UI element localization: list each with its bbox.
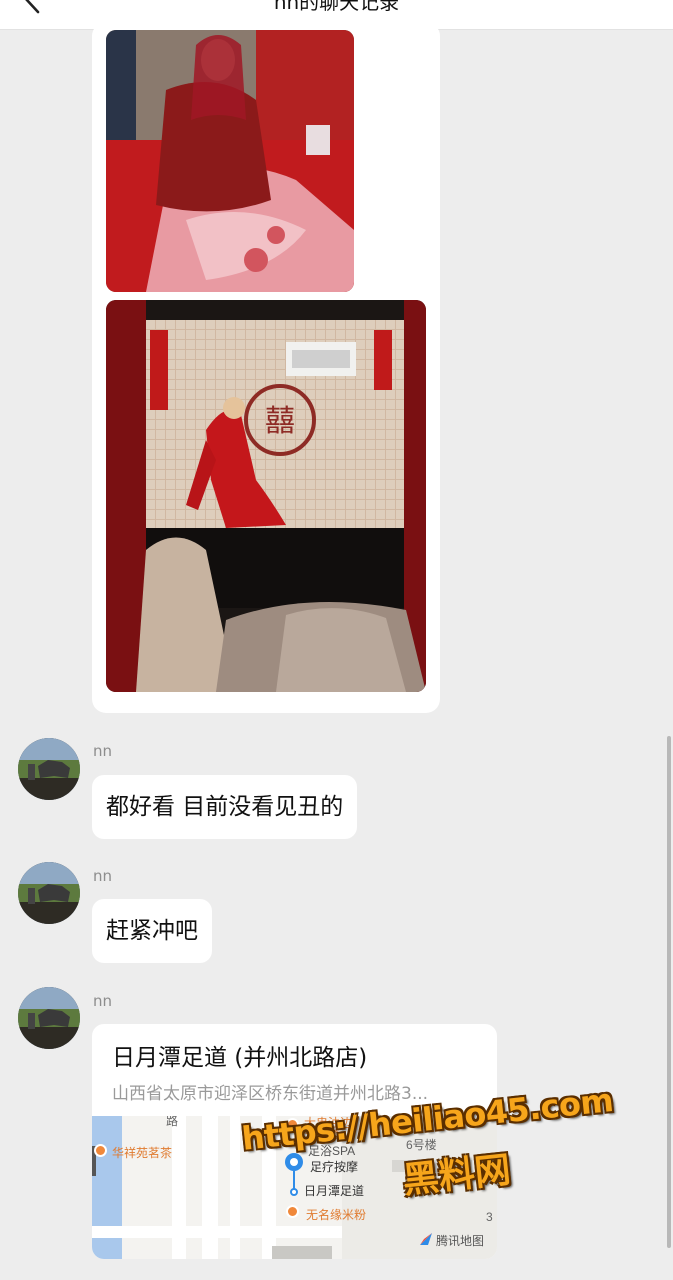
message-bubble[interactable]: 都好看 目前没看见丑的 — [92, 775, 358, 839]
message-bubble[interactable]: 赶紧冲吧 — [92, 899, 212, 963]
location-pin-icon — [285, 1153, 303, 1196]
chat-photo-1[interactable] — [106, 30, 354, 292]
map-road-label: 路 — [166, 1116, 179, 1128]
map-poi-massage: 足疗按摩 — [310, 1160, 359, 1174]
tencent-map-logo-icon — [420, 1233, 432, 1245]
poi-marker — [94, 1144, 107, 1157]
sender-name: nn — [93, 742, 113, 760]
map-brand: 腾讯地图 — [436, 1234, 485, 1248]
avatar[interactable] — [18, 862, 80, 924]
map-number-label: 3 — [486, 1210, 493, 1224]
map-poi-tea: 华祥苑茗茶 — [112, 1146, 173, 1160]
page-title: nn的聊天记录 — [273, 0, 400, 14]
sender-name: nn — [93, 992, 113, 1010]
avatar[interactable] — [18, 738, 80, 800]
scrollbar[interactable] — [667, 736, 671, 1248]
avatar-image — [18, 738, 80, 800]
avatar-image — [18, 862, 80, 924]
map-poi-rice: 无名缘米粉 — [306, 1208, 367, 1222]
svg-text:囍: 囍 — [265, 404, 295, 439]
location-name: 日月潭足道 (并州北路店) — [112, 1045, 368, 1071]
avatar-image — [18, 987, 80, 1049]
sender-name: nn — [93, 867, 113, 885]
chat-photo-2[interactable]: 囍 — [106, 300, 426, 692]
map-poi-target: 日月潭足道 — [304, 1184, 365, 1198]
poi-marker — [286, 1205, 299, 1218]
avatar[interactable] — [18, 987, 80, 1049]
